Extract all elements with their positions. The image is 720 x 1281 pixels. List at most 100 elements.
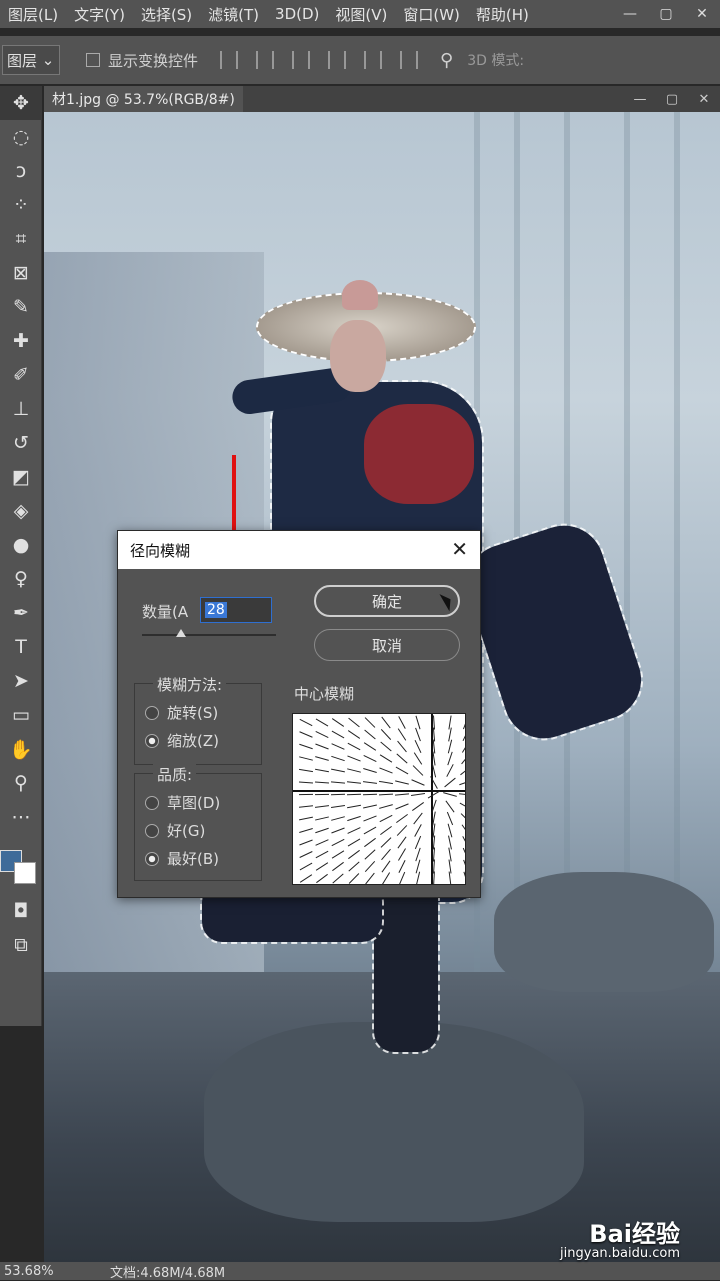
ok-button[interactable]: 确定	[314, 585, 460, 617]
auto-select-dropdown[interactable]: 图层 ⌄	[2, 45, 60, 75]
quick-mask-icon[interactable]: ◘	[0, 894, 42, 928]
radio-best-icon[interactable]	[145, 851, 159, 866]
radio-good[interactable]: 好(G)	[145, 820, 205, 841]
frame-tool-icon[interactable]: ⊠	[0, 256, 42, 290]
preview-streak	[348, 717, 360, 728]
zoom-level: 53.68%	[4, 1263, 54, 1279]
preview-streak	[461, 824, 465, 837]
minimize-icon[interactable]: —	[612, 0, 648, 28]
preview-streak	[379, 754, 393, 763]
brush-tool-icon[interactable]: ✐	[0, 358, 42, 392]
align-center-icon[interactable]	[256, 51, 275, 69]
preview-streak	[380, 741, 392, 752]
path-select-icon[interactable]: ➤	[0, 664, 42, 698]
marquee-tool-icon[interactable]: ◌	[0, 120, 42, 154]
preview-streak	[346, 793, 362, 796]
preview-streak	[379, 780, 393, 785]
mode-3d-label: 3D 模式:	[467, 53, 525, 69]
zoom-tool-icon[interactable]: ⚲	[0, 766, 42, 800]
preview-streak	[395, 780, 409, 785]
more-tools-icon[interactable]: ⋯	[0, 800, 42, 834]
radio-spin-icon[interactable]	[145, 705, 159, 720]
dialog-title: 径向模糊	[130, 541, 191, 560]
menu-layer[interactable]: 图层(L)	[0, 4, 66, 25]
preview-streak	[314, 781, 330, 784]
align-left-icon[interactable]	[220, 51, 239, 69]
radio-zoom-icon[interactable]	[145, 733, 159, 748]
preview-streak	[461, 740, 465, 753]
align-right-icon[interactable]	[292, 51, 311, 69]
amount-slider-knob[interactable]	[176, 629, 186, 637]
type-tool-icon[interactable]: T	[0, 630, 42, 664]
menu-view[interactable]: 视图(V)	[327, 4, 395, 25]
align-top-icon[interactable]	[328, 51, 347, 69]
quick-select-tool-icon[interactable]: ⁘	[0, 188, 42, 222]
menu-filter[interactable]: 滤镜(T)	[200, 4, 267, 25]
maximize-icon[interactable]: ▢	[648, 0, 684, 28]
crop-tool-icon[interactable]: ⌗	[0, 222, 42, 256]
show-transform-label: 显示变换控件	[108, 51, 199, 70]
align-middle-icon[interactable]	[364, 51, 383, 69]
document-tab[interactable]: 材1.jpg @ 53.7%(RGB/8#)	[44, 86, 243, 112]
rectangle-tool-icon[interactable]: ▭	[0, 698, 42, 732]
preview-streak	[380, 729, 392, 740]
dialog-close-icon[interactable]: ✕	[451, 537, 468, 561]
lasso-tool-icon[interactable]: ↄ	[0, 154, 42, 188]
preview-streak	[380, 825, 392, 836]
preview-streak	[446, 764, 454, 777]
preview-streak	[347, 815, 361, 822]
screen-mode-icon[interactable]: ⧉	[0, 928, 42, 962]
radio-draft[interactable]: 草图(D)	[145, 792, 220, 813]
preview-streak	[299, 874, 313, 883]
blur-center-label: 中心模糊	[294, 685, 355, 703]
quality-group: 品质: 草图(D) 好(G) 最好(B)	[134, 764, 262, 881]
doc-restore-icon[interactable]: ▢	[656, 86, 688, 112]
show-transform-checkbox[interactable]	[86, 53, 100, 67]
align-bottom-icon[interactable]	[400, 51, 419, 69]
doc-close-icon[interactable]: ✕	[688, 86, 720, 112]
preview-streak	[413, 752, 423, 765]
radio-best[interactable]: 最好(B)	[145, 848, 219, 869]
close-icon[interactable]: ✕	[684, 0, 720, 28]
blur-center-preview[interactable]	[292, 713, 466, 885]
stamp-tool-icon[interactable]: ⊥	[0, 392, 42, 426]
preview-streak	[299, 743, 313, 750]
preview-streak	[347, 804, 361, 809]
menu-3d[interactable]: 3D(D)	[267, 5, 327, 23]
amount-slider[interactable]	[142, 629, 276, 637]
preview-streak	[398, 848, 406, 861]
preview-streak	[363, 755, 377, 762]
paint-bucket-icon[interactable]: ◈	[0, 494, 42, 528]
preview-streak	[315, 718, 329, 727]
preview-streak	[364, 729, 376, 740]
radio-draft-icon[interactable]	[145, 795, 159, 810]
preview-streak	[433, 871, 435, 884]
menu-select[interactable]: 选择(S)	[133, 4, 200, 25]
preview-streak	[348, 861, 360, 872]
eyedropper-tool-icon[interactable]: ✎	[0, 290, 42, 324]
healing-tool-icon[interactable]: ✚	[0, 324, 42, 358]
menu-help[interactable]: 帮助(H)	[468, 4, 537, 25]
preview-streak	[381, 716, 391, 729]
doc-minimize-icon[interactable]: —	[624, 86, 656, 112]
radio-spin[interactable]: 旋转(S)	[145, 702, 218, 723]
search-icon[interactable]: ⚲	[440, 50, 453, 71]
move-tool-icon[interactable]: ✥	[0, 86, 42, 120]
background-color[interactable]	[14, 862, 36, 884]
menu-window[interactable]: 窗口(W)	[395, 4, 468, 25]
color-swatches[interactable]	[0, 834, 41, 894]
menu-type[interactable]: 文字(Y)	[66, 4, 133, 25]
history-brush-icon[interactable]: ↺	[0, 426, 42, 460]
dodge-tool-icon[interactable]: ♀	[0, 562, 42, 596]
amount-input[interactable]: 28	[200, 597, 272, 623]
cancel-button[interactable]: 取消	[314, 629, 460, 661]
figure-scarf	[364, 404, 474, 504]
hand-tool-icon[interactable]: ✋	[0, 732, 42, 766]
eraser-tool-icon[interactable]: ◩	[0, 460, 42, 494]
radio-zoom[interactable]: 缩放(Z)	[145, 730, 219, 751]
radio-good-icon[interactable]	[145, 823, 159, 838]
pen-tool-icon[interactable]: ✒	[0, 596, 42, 630]
blur-tool-icon[interactable]: ●	[0, 528, 42, 562]
preview-streak	[448, 871, 452, 884]
preview-streak	[398, 716, 406, 729]
